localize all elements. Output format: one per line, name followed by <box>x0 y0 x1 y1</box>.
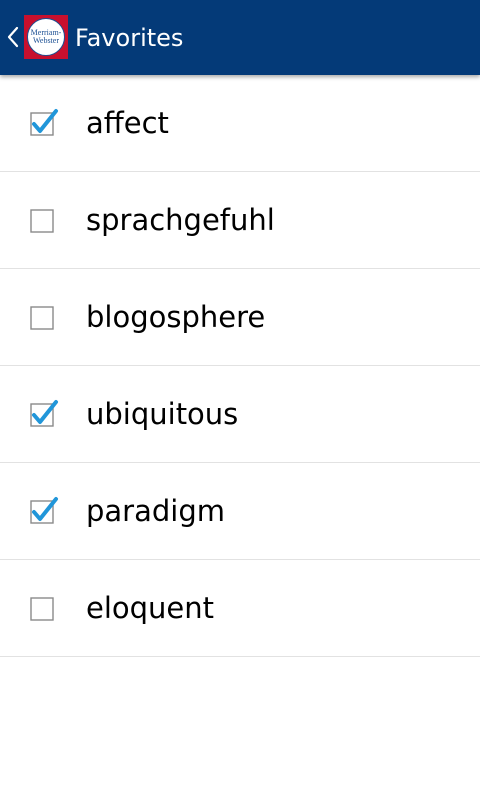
favorite-row[interactable]: affect <box>0 75 480 172</box>
favorite-row[interactable]: sprachgefuhl <box>0 172 480 269</box>
favorites-screen: Merriam- Webster Favorites affect sprachg… <box>0 0 480 800</box>
favorite-word: sprachgefuhl <box>86 203 275 237</box>
checkbox-checked-icon[interactable] <box>30 497 58 524</box>
favorites-list: affect sprachgefuhl blogosphere ubiquitous p… <box>0 75 480 657</box>
checkbox-unchecked-icon[interactable] <box>30 597 54 621</box>
favorite-word: affect <box>86 106 169 140</box>
back-button[interactable]: Merriam- Webster <box>0 0 72 75</box>
checkbox-checked-icon[interactable] <box>30 109 58 136</box>
logo-text-line2: Webster <box>32 36 59 45</box>
checkbox-unchecked-icon[interactable] <box>30 209 54 233</box>
favorite-word: blogosphere <box>86 300 266 334</box>
action-bar: Merriam- Webster Favorites <box>0 0 480 75</box>
favorite-word: ubiquitous <box>86 397 239 431</box>
favorite-word: eloquent <box>86 591 215 625</box>
favorite-word: paradigm <box>86 494 225 528</box>
chevron-left-icon <box>7 26 19 48</box>
favorite-row[interactable]: ubiquitous <box>0 366 480 463</box>
page-title: Favorites <box>75 24 184 52</box>
favorite-row[interactable]: paradigm <box>0 463 480 560</box>
favorite-row[interactable]: blogosphere <box>0 269 480 366</box>
merriam-webster-logo: Merriam- Webster <box>24 15 68 59</box>
checkbox-checked-icon[interactable] <box>30 400 58 427</box>
favorite-row[interactable]: eloquent <box>0 560 480 657</box>
checkbox-unchecked-icon[interactable] <box>30 306 54 330</box>
